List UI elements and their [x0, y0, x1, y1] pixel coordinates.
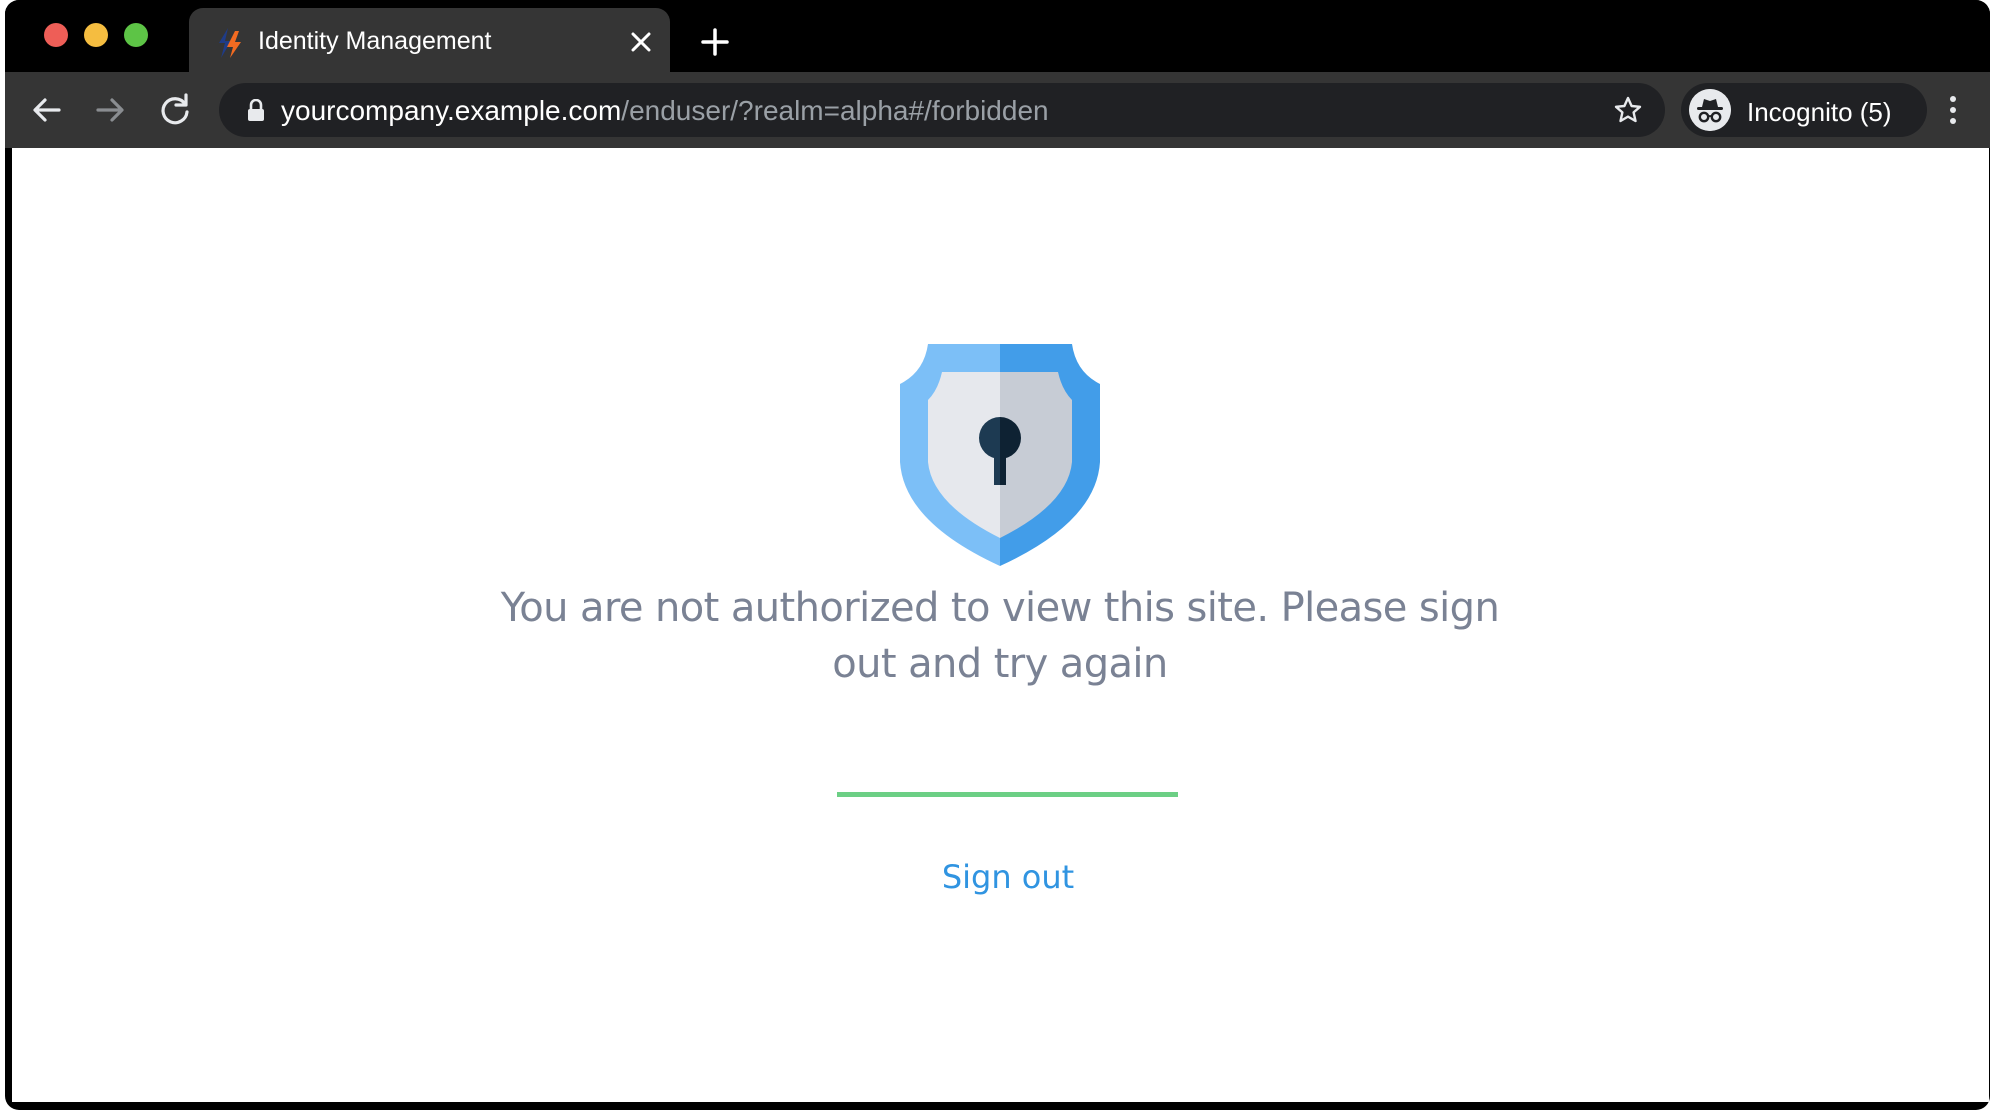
window-minimize-button[interactable] — [84, 23, 108, 47]
shield-keyhole-icon — [900, 344, 1100, 566]
close-icon[interactable] — [627, 28, 655, 56]
window-close-button[interactable] — [44, 23, 68, 47]
url-path: /enduser/?realm=alpha#/forbidden — [621, 95, 1049, 126]
url-text[interactable]: yourcompany.example.com/enduser/?realm=a… — [281, 95, 1049, 127]
incognito-icon — [1689, 89, 1731, 131]
divider — [837, 792, 1178, 797]
window-maximize-button[interactable] — [124, 23, 148, 47]
back-arrow-icon[interactable] — [27, 90, 67, 130]
sign-out-link[interactable]: Sign out — [850, 858, 1166, 896]
kebab-menu-icon[interactable] — [1945, 92, 1961, 128]
profile-label: Incognito (5) — [1747, 97, 1892, 127]
reload-icon[interactable] — [155, 90, 195, 130]
address-bar[interactable]: yourcompany.example.com/enduser/?realm=a… — [219, 83, 1665, 137]
incognito-profile-button[interactable]: Incognito (5) — [1681, 83, 1927, 137]
tab-identity-management[interactable]: Identity Management — [189, 8, 670, 74]
tab-strip: Identity Management — [5, 0, 1990, 74]
bookmark-star-icon[interactable] — [1613, 95, 1643, 125]
tab-title: Identity Management — [258, 27, 492, 55]
browser-toolbar: yourcompany.example.com/enduser/?realm=a… — [5, 72, 1990, 148]
lock-icon[interactable] — [247, 99, 265, 121]
new-tab-plus-icon[interactable] — [699, 26, 731, 58]
browser-window: Identity Management yourcompany.example.… — [5, 0, 1990, 1110]
page-content: You are not authorized to view this site… — [12, 148, 1989, 1102]
url-host: yourcompany.example.com — [281, 95, 622, 126]
forward-arrow-icon[interactable] — [90, 90, 130, 130]
forbidden-message: You are not authorized to view this site… — [500, 585, 1500, 687]
forgerock-logo-icon — [219, 28, 241, 58]
